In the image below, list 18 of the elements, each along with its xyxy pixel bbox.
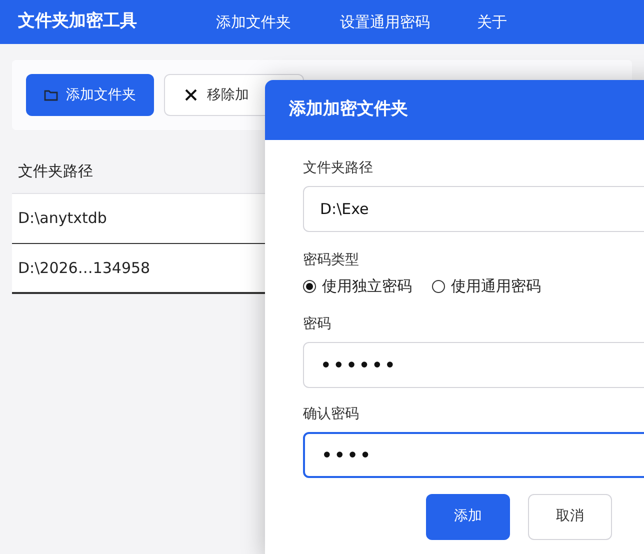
field-label: 确认密码 xyxy=(303,404,360,424)
radio-option[interactable]: 使用独立密码 xyxy=(303,275,412,298)
field-label: 密码类型 xyxy=(303,251,360,270)
add-button[interactable]: 添加 xyxy=(426,494,510,540)
app-title: 文件夹加密工具 xyxy=(18,10,138,34)
add-folder-button[interactable]: 添加文件夹 xyxy=(26,74,154,116)
folder-icon xyxy=(44,90,58,100)
radio-option[interactable]: 使用通用密码 xyxy=(432,275,541,298)
confirm-password-field[interactable]: •••• xyxy=(303,432,644,478)
field-label: 密码 xyxy=(303,314,332,334)
folder-path-field[interactable]: D:\Exe xyxy=(303,186,644,232)
nav-link[interactable]: 设置通用密码 xyxy=(340,10,477,34)
nav-link[interactable]: 添加文件夹 xyxy=(216,10,340,34)
password-field[interactable]: •••••• xyxy=(303,342,644,388)
nav-link[interactable]: 关于 xyxy=(477,10,537,34)
cancel-button[interactable]: 取消 xyxy=(528,494,612,540)
field-label: 文件夹路径 xyxy=(303,159,374,178)
close-icon xyxy=(185,89,197,101)
